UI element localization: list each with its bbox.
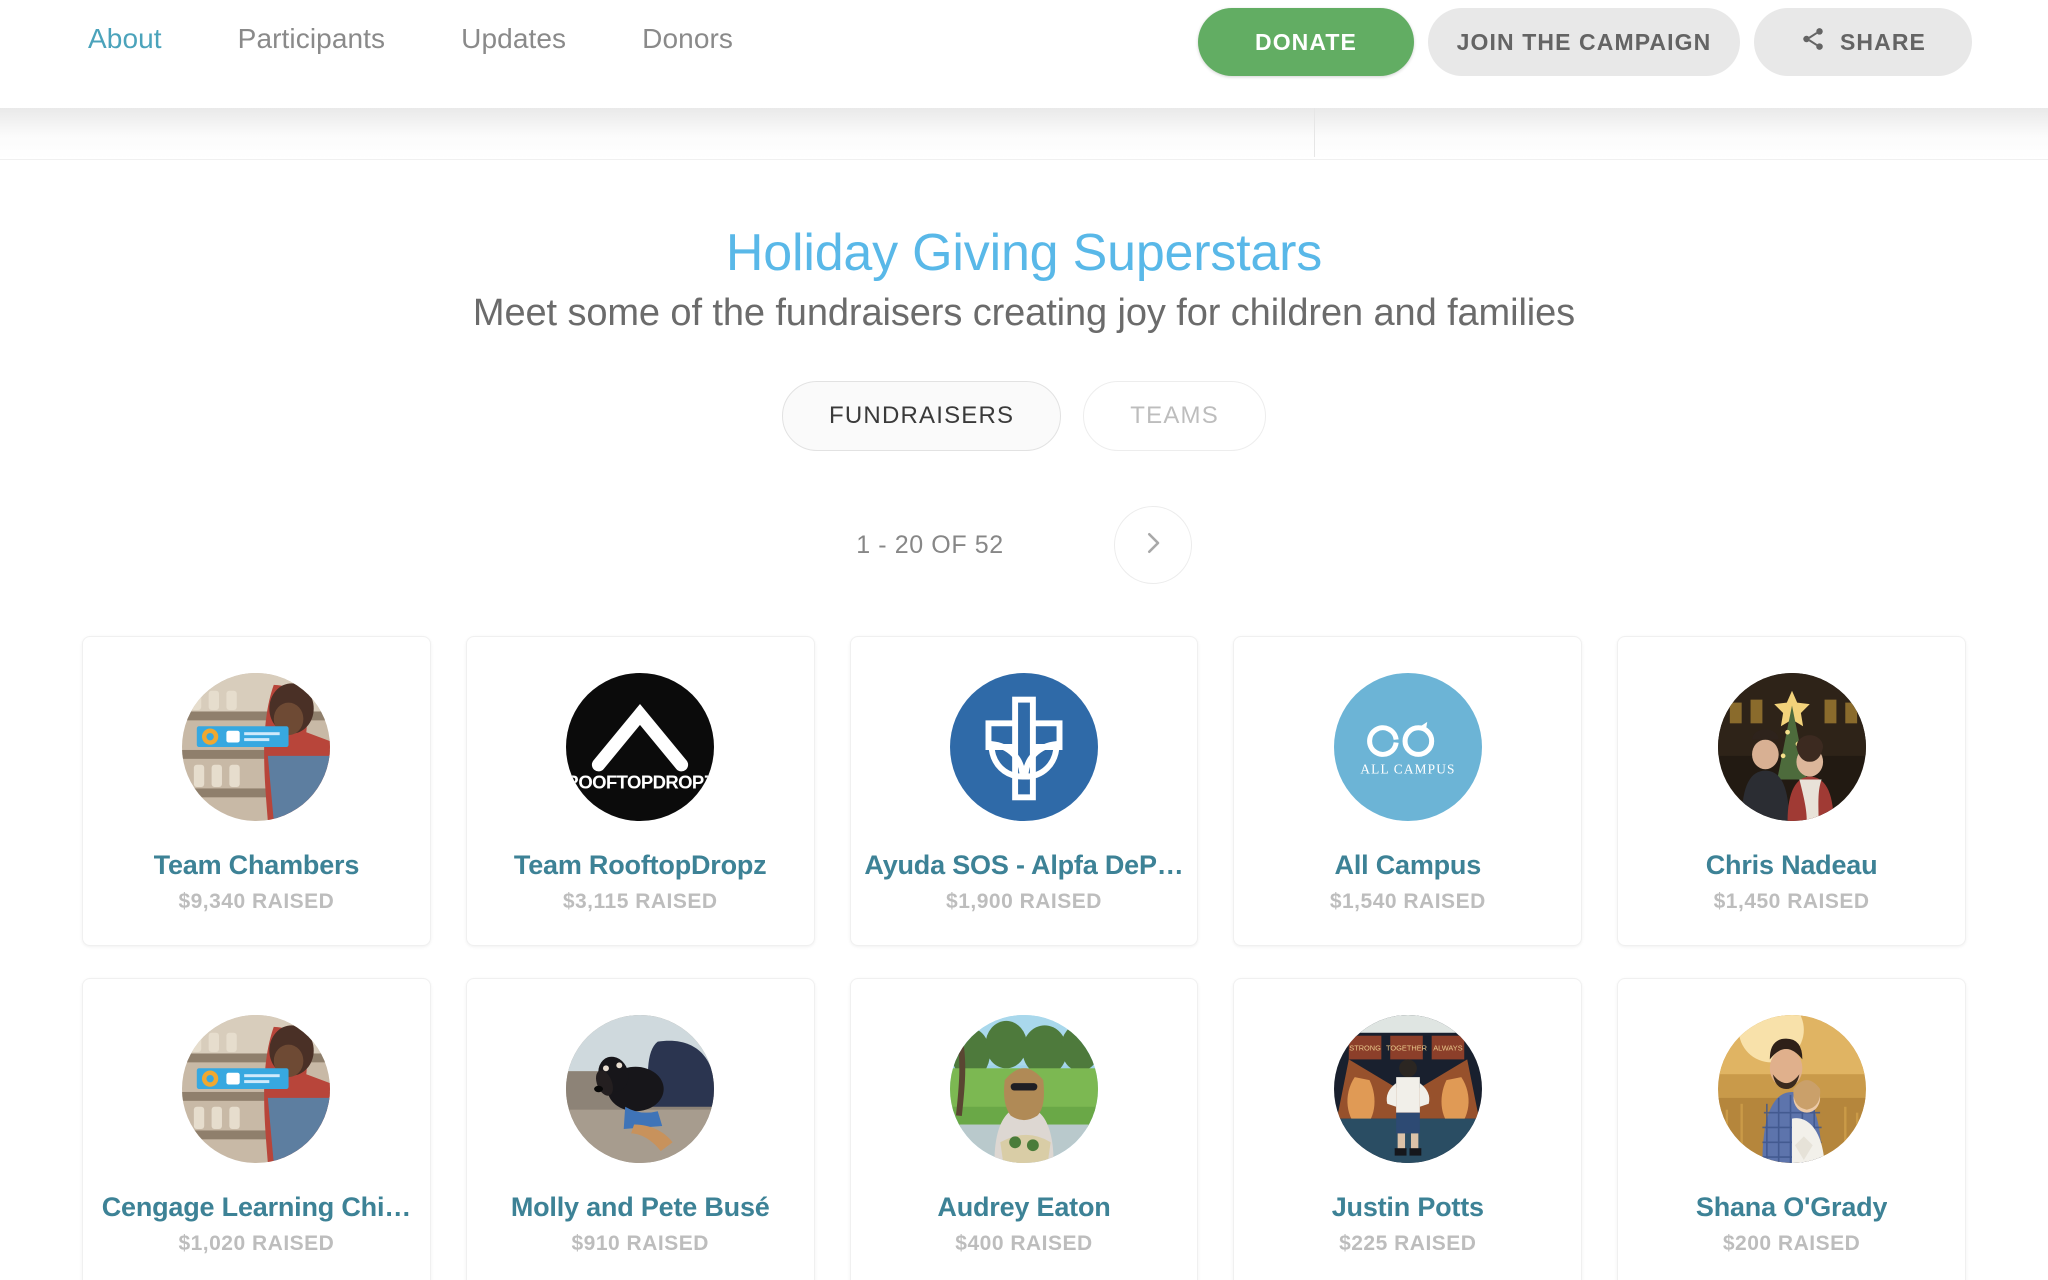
avatar: ROOFTOPDROPZ xyxy=(566,673,715,821)
avatar: ALL CAMPUS xyxy=(1333,673,1482,821)
join-campaign-button[interactable]: JOIN THE CAMPAIGN xyxy=(1428,8,1740,76)
avatar xyxy=(1717,1015,1866,1163)
avatar xyxy=(566,1015,715,1163)
fundraiser-name[interactable]: Cengage Learning Chi… xyxy=(102,1191,411,1223)
fundraiser-card[interactable]: Cengage Learning Chi… $1,020 RAISED xyxy=(82,978,431,1280)
svg-text:TOGETHER: TOGETHER xyxy=(1386,1044,1427,1053)
fundraiser-amount-raised: $400 RAISED xyxy=(955,1232,1093,1255)
avatar xyxy=(949,673,1098,821)
fundraiser-name[interactable]: Chris Nadeau xyxy=(1706,849,1878,881)
fundraiser-card[interactable]: Audrey Eaton $400 RAISED xyxy=(849,978,1199,1280)
top-navigation-bar: About Participants Updates Donors DONATE… xyxy=(0,0,2048,116)
pagination-count-label: 1 - 20 OF 52 xyxy=(856,530,1004,559)
svg-text:ALL CAMPUS: ALL CAMPUS xyxy=(1360,762,1455,777)
fundraiser-name[interactable]: Molly and Pete Busé xyxy=(511,1191,770,1223)
fundraiser-name[interactable]: Shana O'Grady xyxy=(1696,1191,1887,1223)
toggle-teams[interactable]: TEAMS xyxy=(1083,381,1266,451)
next-page-button[interactable] xyxy=(1113,506,1192,584)
fundraiser-card[interactable]: Team Chambers $9,340 RAISED xyxy=(82,636,431,946)
share-icon xyxy=(1800,26,1826,58)
share-button[interactable]: SHARE xyxy=(1754,8,1972,76)
subheader-strip xyxy=(0,108,2048,160)
fundraiser-amount-raised: $225 RAISED xyxy=(1339,1232,1477,1255)
fundraiser-card[interactable]: Shana O'Grady $200 RAISED xyxy=(1617,978,1966,1280)
fundraiser-amount-raised: $1,900 RAISED xyxy=(946,890,1102,913)
tab-participants[interactable]: Participants xyxy=(200,22,424,56)
tab-about-label: About xyxy=(88,23,162,54)
fundraiser-card[interactable]: ALL CAMPUS All Campus $1,540 RAISED xyxy=(1233,636,1583,946)
tab-donors-label: Donors xyxy=(642,23,734,54)
fundraiser-amount-raised: $200 RAISED xyxy=(1722,1232,1861,1255)
donate-button[interactable]: DONATE xyxy=(1198,8,1414,76)
avatar xyxy=(182,1015,331,1163)
fundraiser-name[interactable]: Ayuda SOS - Alpfa DeP… xyxy=(864,849,1183,881)
tab-updates-label: Updates xyxy=(461,23,567,54)
svg-text:ROOFTOPDROPZ: ROOFTOPDROPZ xyxy=(566,771,714,792)
fundraiser-name[interactable]: Team RooftopDropz xyxy=(514,849,767,881)
nav-tab-list: About Participants Updates Donors xyxy=(0,0,771,116)
fundraiser-card[interactable]: Molly and Pete Busé $910 RAISED xyxy=(465,978,815,1280)
fundraiser-card[interactable]: Chris Nadeau $1,450 RAISED xyxy=(1617,636,1966,946)
fundraiser-name[interactable]: Audrey Eaton xyxy=(937,1191,1110,1223)
fundraiser-amount-raised: $910 RAISED xyxy=(571,1232,709,1255)
chevron-right-icon xyxy=(1138,528,1168,563)
avatar xyxy=(949,1015,1098,1163)
tab-donors[interactable]: Donors xyxy=(604,22,771,56)
svg-text:STRONG: STRONG xyxy=(1349,1044,1381,1053)
fundraiser-card[interactable]: ROOFTOPDROPZ Team RooftopDropz $3,115 RAIS… xyxy=(465,636,815,946)
fundraiser-amount-raised: $3,115 RAISED xyxy=(562,890,718,913)
tab-about[interactable]: About xyxy=(88,22,200,116)
page-title: Holiday Giving Superstars xyxy=(725,224,1323,282)
fundraiser-amount-raised: $1,450 RAISED xyxy=(1713,890,1870,913)
pagination-controls: 1 - 20 OF 52 xyxy=(0,506,2048,584)
avatar xyxy=(1717,673,1866,821)
fundraiser-name[interactable]: All Campus xyxy=(1335,849,1482,881)
tab-updates[interactable]: Updates xyxy=(423,22,604,56)
tab-participants-label: Participants xyxy=(237,23,386,54)
fundraiser-amount-raised: $1,540 RAISED xyxy=(1329,890,1486,913)
fundraiser-card[interactable]: STRONG TOGETHER ALWAYS Justin Potts $225 RAI… xyxy=(1233,978,1583,1280)
fundraiser-name[interactable]: Justin Potts xyxy=(1332,1191,1484,1223)
fundraiser-name[interactable]: Team Chambers xyxy=(154,849,359,881)
avatar xyxy=(182,673,331,821)
page-subtitle: Meet some of the fundraisers creating jo… xyxy=(472,292,1576,334)
fundraiser-card[interactable]: Ayuda SOS - Alpfa DeP… $1,900 RAISED xyxy=(849,636,1199,946)
fundraiser-amount-raised: $1,020 RAISED xyxy=(178,1232,335,1255)
share-button-label: SHARE xyxy=(1839,28,1926,55)
avatar: STRONG TOGETHER ALWAYS xyxy=(1333,1015,1482,1163)
svg-text:ALWAYS: ALWAYS xyxy=(1433,1044,1463,1053)
main-content: Holiday Giving Superstars Meet some of t… xyxy=(0,160,2048,1280)
subheader-divider xyxy=(1314,108,1315,157)
fundraiser-amount-raised: $9,340 RAISED xyxy=(178,890,335,913)
view-toggle-group: FUNDRAISERS TEAMS xyxy=(0,381,2048,451)
toggle-fundraisers[interactable]: FUNDRAISERS xyxy=(782,381,1062,451)
fundraiser-card-grid: Team Chambers $9,340 RAISED ROOFTOPDROPZ Te… xyxy=(82,636,1966,1280)
top-action-buttons: DONATE JOIN THE CAMPAIGN SHARE xyxy=(1198,8,1972,76)
